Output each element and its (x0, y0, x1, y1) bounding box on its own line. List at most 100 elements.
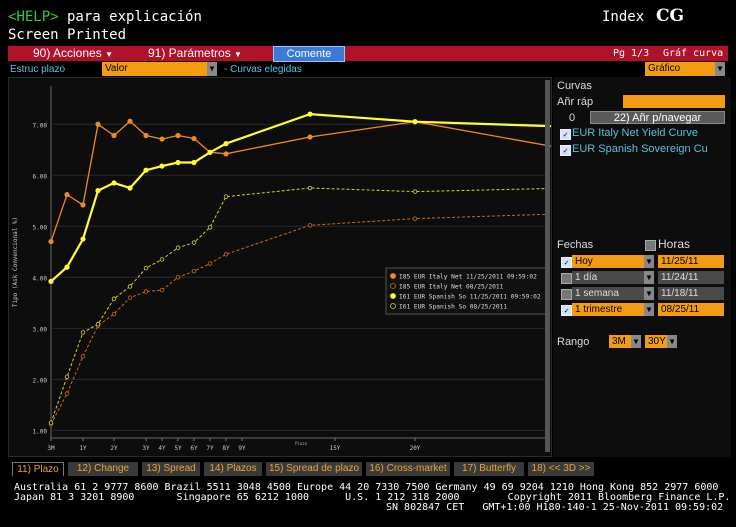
date-name-1trimestre[interactable]: 1 trimestre (572, 303, 644, 316)
date-name-1semana[interactable]: 1 semana (572, 287, 644, 300)
data-point (64, 192, 70, 198)
legend-marker (390, 293, 396, 299)
data-point (111, 296, 117, 301)
data-point (307, 223, 313, 228)
chevron-down-icon[interactable]: ▼ (207, 62, 217, 76)
x-tick-label: 3Y (142, 445, 150, 452)
chart-scrollbar[interactable] (545, 80, 550, 452)
page-indicator: Pg 1/3 (613, 48, 650, 59)
x-tick-label: 6Y (190, 445, 198, 452)
y-tick-label: 4.00 (33, 275, 48, 282)
yield-curve-chart: 1.00 2.00 3.00 4.00 5.00 6.00 7.00 3M 1Y 2Y 3Y 4Y 5Y… (12, 86, 577, 452)
tab-11[interactable]: 11) Plazo (12, 462, 64, 476)
chevron-down-icon[interactable]: ▼ (644, 303, 654, 316)
chevron-down-icon[interactable]: ▼ (667, 335, 677, 348)
legend-marker (390, 273, 396, 279)
toolbar: 90) Acciones ▼ 91) Parámetros ▼ Comente … (8, 46, 728, 62)
anr-rap-input[interactable] (623, 95, 725, 108)
checkbox-date-1dia[interactable] (561, 273, 572, 284)
legend-entry: I85 EUR Italy Net 08/25/2011 (399, 284, 504, 291)
chart-area: 1.00 2.00 3.00 4.00 5.00 6.00 7.00 3M 1Y 2Y 3Y 4Y 5Y… (8, 77, 577, 457)
curve-label-italy[interactable]: EUR Italy Net Yield Curve (572, 127, 698, 139)
chevron-down-icon[interactable]: ▼ (631, 335, 641, 348)
data-point (80, 236, 86, 242)
tab-15[interactable]: 15) Spread de plazo (266, 462, 362, 476)
params-label: 91) Parámetros (148, 46, 231, 60)
y-tick-label: 1.00 (33, 428, 48, 435)
tab-12[interactable]: 12) Change (68, 462, 138, 476)
struct-label: Estruc plazo (10, 64, 66, 75)
x-tick-label: 3M (47, 445, 55, 452)
x-tick-label: 4Y (158, 445, 166, 452)
checkbox-horas[interactable] (645, 240, 656, 251)
data-point (207, 261, 213, 266)
series-line-italy_prev (50, 213, 572, 425)
data-point (207, 149, 213, 155)
x-tick-label: 15Y (330, 445, 341, 452)
checkbox-spain-curve[interactable]: ✓ (560, 145, 571, 156)
x-tick-label: 7Y (206, 445, 214, 452)
legend-marker (390, 283, 396, 289)
data-point (48, 278, 54, 284)
y-tick-label: 7.00 (33, 122, 48, 129)
data-point (175, 275, 181, 280)
y-tick-label: 3.00 (33, 326, 48, 333)
graph-select[interactable]: Gráfico (645, 62, 715, 76)
x-tick-label: 2Y (110, 445, 118, 452)
data-point (80, 330, 86, 335)
value-select[interactable]: Valor (102, 62, 207, 76)
data-point (127, 118, 133, 124)
date-value-hoy[interactable]: 11/25/11 (658, 255, 724, 268)
data-point (143, 132, 149, 139)
date-value-1semana[interactable]: 11/18/11 (658, 287, 724, 300)
x-tick-label: 1Y (79, 445, 87, 452)
tab-18[interactable]: 18) << 3D >> (528, 462, 594, 476)
tab-17[interactable]: 17) Butterfly (454, 462, 524, 476)
legend-entry: I85 EUR Italy Net 11/25/2011 09:59:02 (399, 274, 537, 281)
data-point (143, 289, 149, 294)
help-line: <HELP> para explicación (8, 9, 202, 25)
date-name-hoy[interactable]: Hoy (572, 255, 644, 268)
index-ticker: CG (656, 6, 685, 26)
rango-from[interactable]: 3M (609, 335, 631, 348)
date-value-1dia[interactable]: 11/24/11 (658, 271, 724, 284)
data-point (127, 284, 133, 289)
data-point (127, 185, 133, 191)
chevron-down-icon: ▼ (105, 50, 113, 59)
tab-16[interactable]: 16) Cross-market (366, 462, 450, 476)
data-point (111, 311, 117, 317)
data-point (143, 265, 149, 271)
screen-printed-label: Screen Printed (8, 27, 127, 43)
x-tick-label: 5Y (174, 445, 182, 452)
date-name-1dia[interactable]: 1 día (572, 271, 644, 284)
checkbox-date-1trimestre[interactable]: ✓ (561, 305, 572, 316)
legend-entry: I61 EUR Spanish So 08/25/2011 (399, 304, 507, 311)
data-point (307, 134, 313, 140)
checkbox-date-1semana[interactable] (561, 289, 572, 300)
navigate-button[interactable]: 22) Añr p/navegar (590, 111, 725, 124)
comment-button[interactable]: Comente (273, 46, 345, 62)
checkbox-date-hoy[interactable]: ✓ (561, 257, 572, 268)
checkbox-italy-curve[interactable]: ✓ (560, 129, 571, 140)
help-key[interactable]: <HELP> (8, 9, 59, 25)
data-point (191, 268, 197, 274)
rango-to[interactable]: 30Y (645, 335, 667, 348)
chart-type-label: Gráf curva (663, 48, 724, 59)
x-tick-label: 8Y (222, 445, 230, 452)
params-menu[interactable]: 91) Parámetros ▼ (148, 46, 242, 61)
data-point (48, 420, 54, 425)
tab-13[interactable]: 13) Spread (142, 462, 200, 476)
curve-label-spain[interactable]: EUR Spanish Sovereign Cu (572, 143, 708, 155)
chevron-down-icon[interactable]: ▼ (644, 271, 654, 284)
data-point (191, 159, 197, 166)
chevron-down-icon[interactable]: ▼ (715, 62, 725, 76)
curves-link[interactable]: - Curvas elegidas (224, 64, 302, 75)
data-point (159, 257, 165, 262)
date-value-1trimestre[interactable]: 08/25/11 (658, 303, 724, 316)
data-point (175, 159, 181, 166)
chevron-down-icon[interactable]: ▼ (644, 287, 654, 300)
actions-menu[interactable]: 90) Acciones ▼ (33, 46, 113, 61)
data-point (143, 167, 149, 173)
chevron-down-icon[interactable]: ▼ (644, 255, 654, 268)
tab-14[interactable]: 14) Plazos (204, 462, 262, 476)
